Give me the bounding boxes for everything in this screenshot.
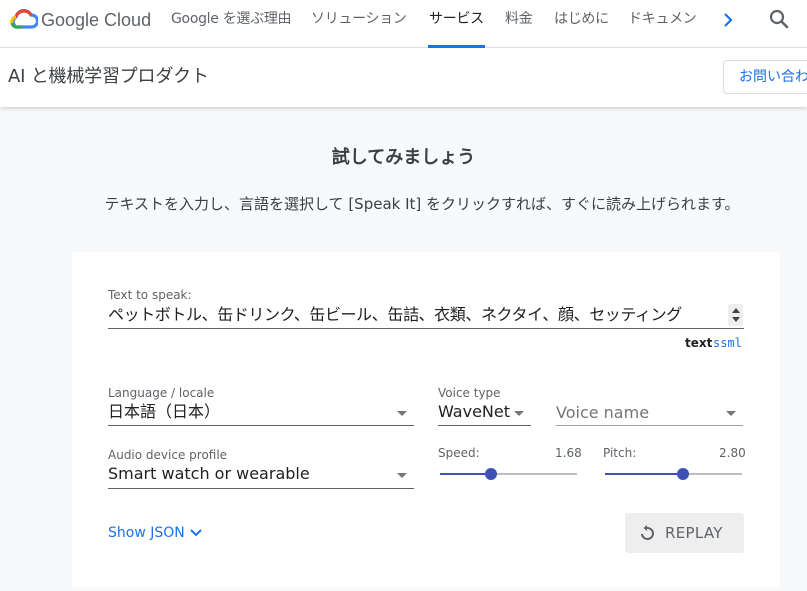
language-dropdown-arrow-icon[interactable] bbox=[397, 411, 407, 416]
audio-profile-underline bbox=[108, 488, 414, 489]
nav-item-solutions[interactable]: ソリューション bbox=[311, 9, 407, 29]
text-input-underline bbox=[108, 328, 744, 329]
pitch-value: 2.80 bbox=[719, 446, 746, 460]
voice-type-underline bbox=[438, 425, 531, 426]
speed-label: Speed: bbox=[438, 446, 480, 460]
demo-description: テキストを入力し、言語を選択して [Speak It] をクリックすれば、すぐに… bbox=[104, 195, 740, 213]
text-to-speak-label: Text to speak: bbox=[108, 288, 192, 302]
tts-demo-card: Text to speak: ペットボトル、缶ドリンク、缶ビール、缶詰、衣類、ネ… bbox=[72, 252, 780, 587]
voice-type-dropdown-arrow-icon[interactable] bbox=[514, 411, 524, 416]
nav-item-pricing[interactable]: 料金 bbox=[505, 9, 533, 29]
voice-name-dropdown-arrow-icon[interactable] bbox=[726, 411, 736, 416]
audio-profile-label: Audio device profile bbox=[108, 448, 228, 462]
speed-slider-fill bbox=[440, 473, 491, 475]
mode-text-toggle[interactable]: text bbox=[685, 336, 712, 350]
nav-item-products[interactable]: サービス bbox=[429, 9, 484, 29]
google-cloud-logo-icon[interactable] bbox=[10, 9, 38, 31]
voice-type-label: Voice type bbox=[438, 386, 501, 400]
language-label: Language / locale bbox=[108, 386, 215, 400]
show-json-label: Show JSON bbox=[108, 525, 185, 541]
nav-item-getting-started[interactable]: はじめに bbox=[554, 9, 609, 29]
nav-item-why-google[interactable]: Google を選ぶ理由 bbox=[171, 9, 292, 29]
pitch-label: Pitch: bbox=[603, 446, 637, 460]
top-nav: Google Cloud Google を選ぶ理由 ソリューション サービス 料… bbox=[0, 0, 807, 48]
text-to-speak-input[interactable]: ペットボトル、缶ドリンク、缶ビール、缶詰、衣類、ネクタイ、顔、セッティング bbox=[108, 305, 724, 325]
chevron-right-icon[interactable] bbox=[721, 11, 735, 29]
replay-icon bbox=[641, 525, 654, 540]
voice-name-select[interactable]: Voice name bbox=[556, 403, 649, 423]
voice-type-select[interactable]: WaveNet bbox=[438, 402, 510, 422]
section-title[interactable]: AI と機械学習プロダクト bbox=[8, 65, 209, 89]
textarea-scroll-spinner[interactable] bbox=[728, 304, 743, 326]
product-subheader: AI と機械学習プロダクト お問い合わ bbox=[0, 48, 807, 107]
contact-button[interactable]: お問い合わ bbox=[723, 60, 807, 94]
language-select[interactable]: 日本語（日本） bbox=[108, 402, 220, 422]
scroll-down-icon[interactable] bbox=[732, 317, 740, 322]
demo-heading: 試してみましょう bbox=[331, 147, 476, 168]
nav-item-docs[interactable]: ドキュメン bbox=[628, 9, 697, 29]
audio-profile-select[interactable]: Smart watch or wearable bbox=[108, 464, 310, 484]
pitch-slider-handle[interactable] bbox=[677, 468, 690, 480]
speed-slider-handle[interactable] bbox=[484, 468, 497, 480]
show-json-link[interactable]: Show JSON bbox=[108, 524, 203, 542]
replay-label: REPLAY bbox=[665, 524, 723, 542]
speed-value: 1.68 bbox=[555, 446, 582, 460]
pitch-slider-fill bbox=[605, 473, 684, 475]
scroll-up-icon[interactable] bbox=[732, 308, 740, 313]
audio-profile-dropdown-arrow-icon[interactable] bbox=[397, 473, 407, 478]
mode-ssml-toggle[interactable]: ssml bbox=[713, 336, 742, 350]
replay-button[interactable]: REPLAY bbox=[625, 513, 744, 553]
search-icon[interactable] bbox=[768, 8, 790, 30]
brand-name[interactable]: Google Cloud bbox=[41, 9, 151, 31]
chevron-down-icon bbox=[190, 529, 202, 537]
language-underline bbox=[108, 425, 414, 426]
voice-name-underline bbox=[556, 425, 743, 426]
